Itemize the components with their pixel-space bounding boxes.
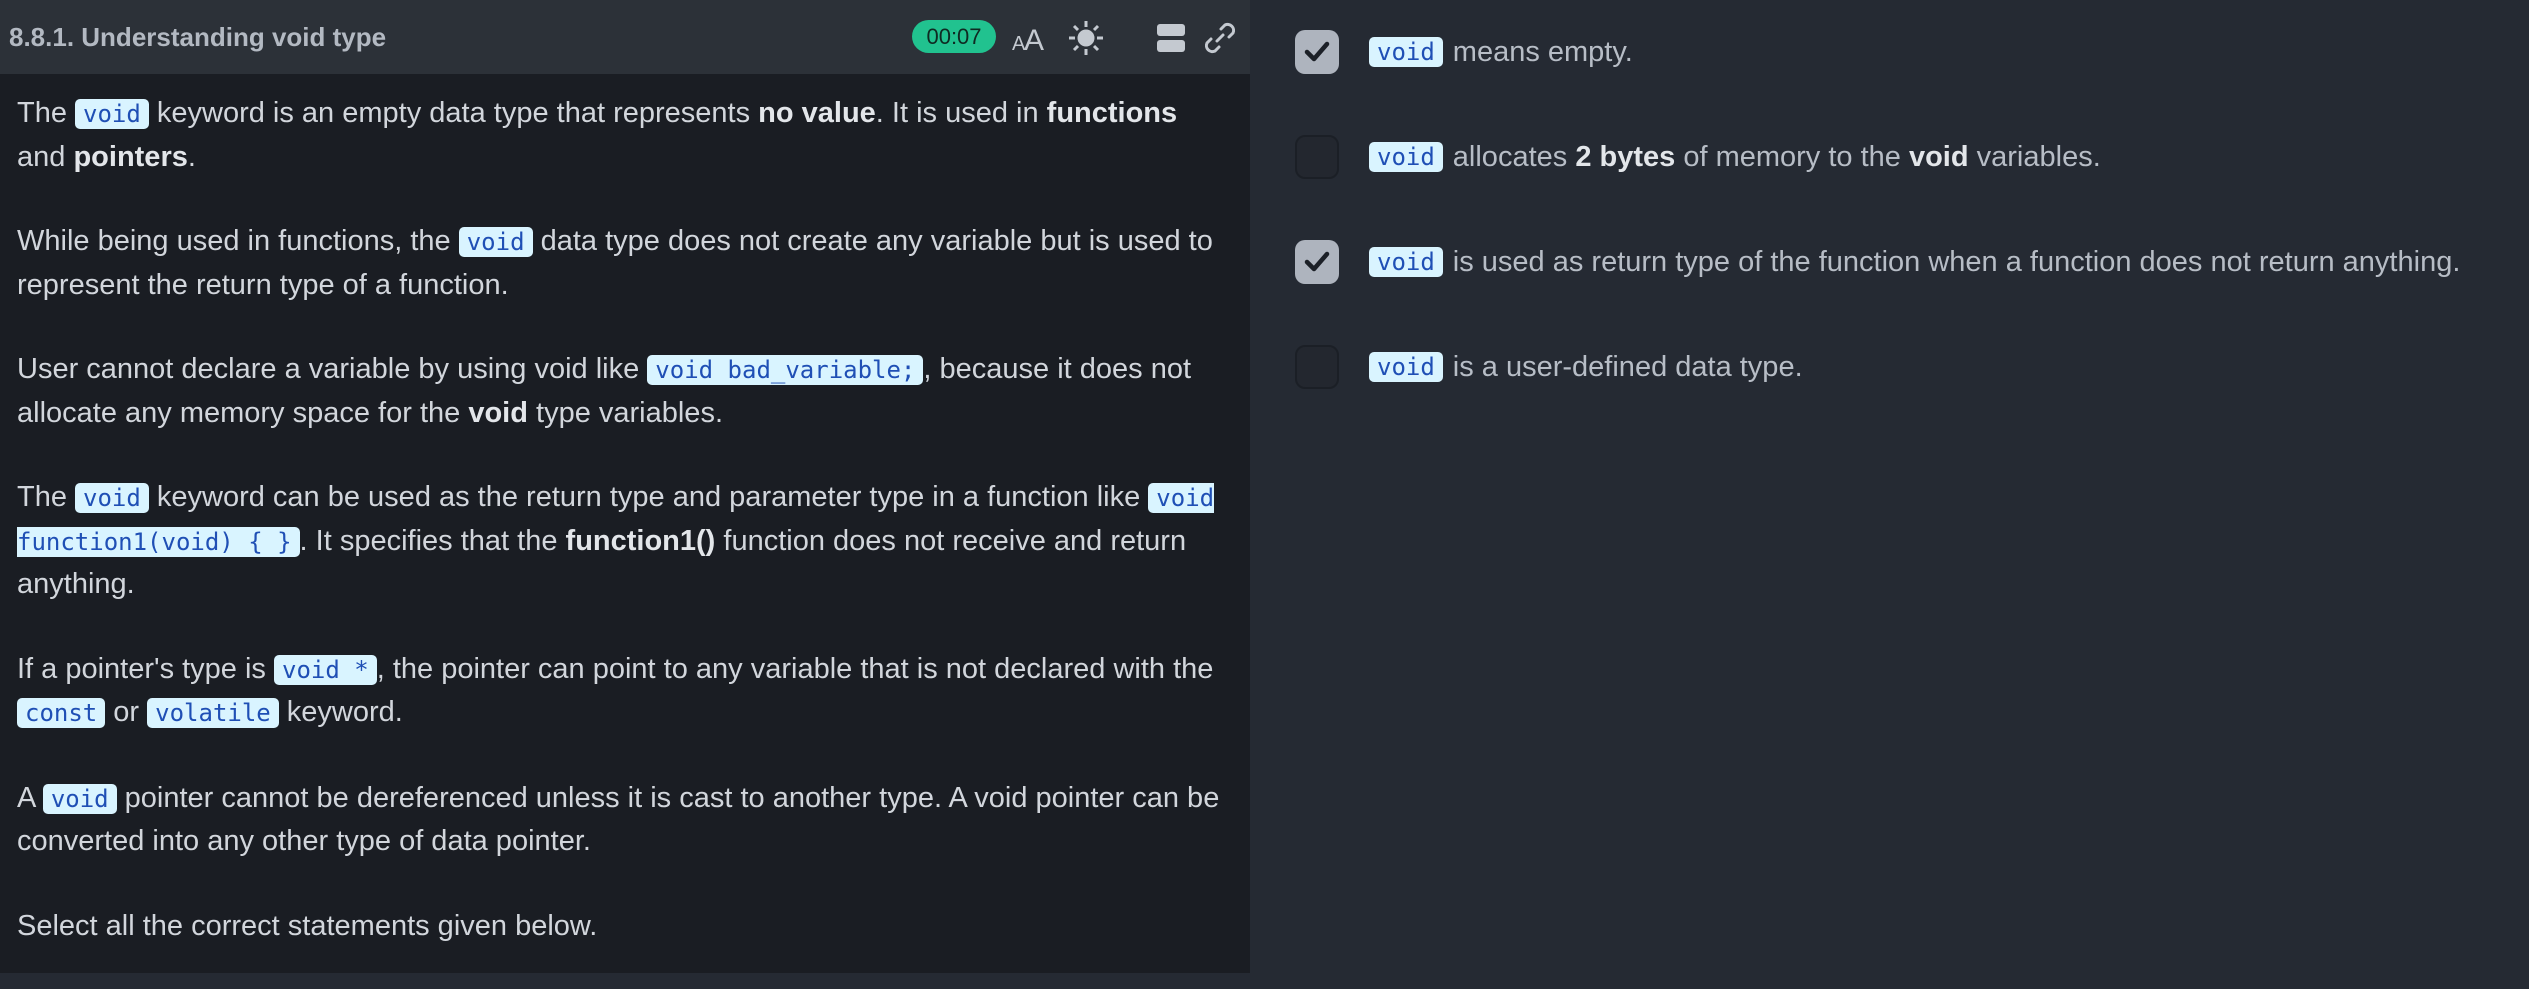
code-void: void (42, 783, 117, 814)
options-pane: void means empty. void allocates 2 bytes… (1250, 0, 2529, 973)
check-icon (1304, 251, 1330, 272)
paragraph-5: If a pointer's type is void *, the point… (17, 652, 1214, 728)
paragraph-1: The void keyword is an empty data type t… (17, 97, 1178, 173)
code-void: void (75, 99, 149, 129)
code-void: void (1369, 247, 1443, 277)
code-void: void (75, 483, 149, 513)
paragraph-2: While being used in functions, the void … (17, 225, 1213, 301)
checkbox-unchecked[interactable] (1295, 135, 1339, 179)
paragraph-6: A void pointer cannot be dereferenced un… (17, 781, 1220, 858)
option-1[interactable]: void means empty. (1295, 28, 1633, 76)
code-void: void (458, 227, 533, 257)
sun-icon[interactable] (1066, 18, 1106, 58)
option-text: means empty. (1452, 35, 1633, 68)
checkbox-checked[interactable] (1295, 240, 1339, 284)
checkbox-unchecked[interactable] (1295, 345, 1339, 389)
link-icon[interactable] (1200, 18, 1240, 58)
option-text: is used as return type of the function w… (1452, 245, 2461, 278)
page-title: 8.8.1. Understanding void type (9, 22, 387, 52)
header-bar: 8.8.1. Understanding void type 00:07 AA (0, 0, 1250, 74)
content-pane: 8.8.1. Understanding void type 00:07 A A … (0, 0, 1250, 973)
paragraph-3: User cannot declare a variable by using … (17, 353, 1192, 429)
timer-badge[interactable]: 00:07 (912, 20, 996, 53)
paragraph-4: The void keyword can be used as the retu… (17, 481, 1215, 600)
svg-text:A: A (1024, 24, 1044, 57)
code-void: void (1369, 37, 1443, 67)
option-4[interactable]: void is a user-defined data type. (1295, 343, 1803, 391)
checkbox-checked[interactable] (1295, 30, 1339, 74)
code-void: void (1369, 352, 1443, 382)
lesson-text: The void keyword is an empty data type t… (17, 92, 1229, 989)
split-layout-icon[interactable] (1151, 18, 1191, 58)
code-volatile: volatile (147, 698, 279, 728)
option-2[interactable]: void allocates 2 bytes of memory to the … (1295, 133, 2101, 181)
code-void-pointer: void * (274, 654, 377, 685)
option-text: allocates 2 bytes of memory to the void … (1452, 140, 2101, 173)
option-3[interactable]: void is used as return type of the funct… (1295, 238, 2460, 286)
code-bad-variable: void bad_variable; (647, 355, 924, 385)
paragraph-7: Select all the correct statements given … (17, 909, 598, 942)
font-size-icon[interactable]: AA (1010, 18, 1050, 58)
code-void: void (1369, 142, 1443, 172)
option-text: is a user-defined data type. (1452, 350, 1803, 383)
code-const: const (17, 698, 106, 728)
check-icon (1304, 41, 1330, 62)
